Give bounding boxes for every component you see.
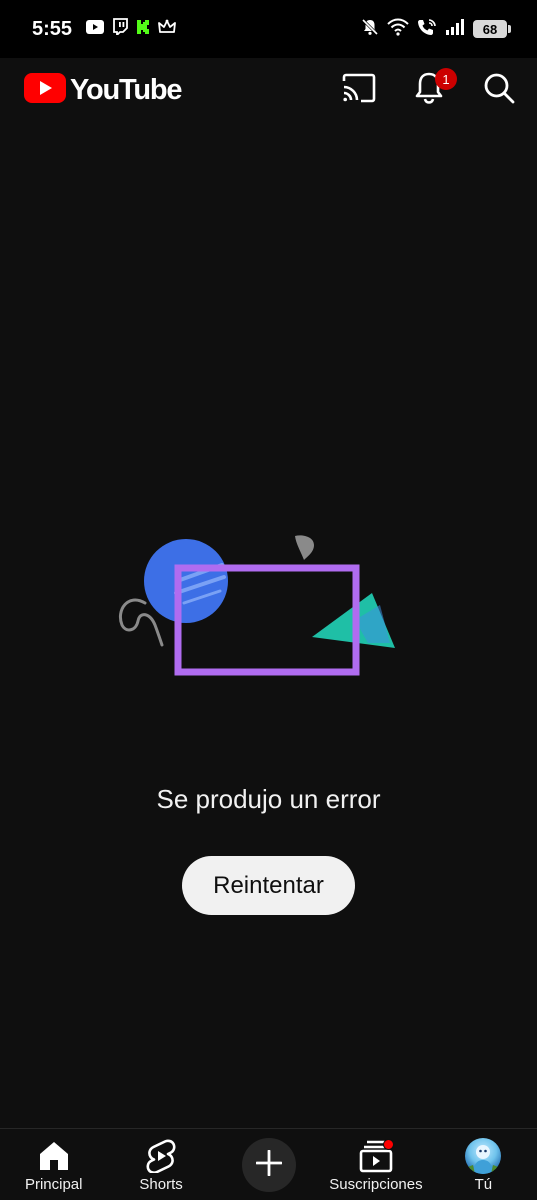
notifications-button[interactable]: 1: [411, 68, 457, 108]
header-actions: 1: [341, 68, 517, 108]
youtube-logo-text: YouTube: [70, 73, 183, 106]
bottom-navigation: Principal Shorts Suscripciones Tú: [0, 1128, 537, 1200]
status-system-icons: 68: [361, 18, 511, 41]
error-illustration: [110, 525, 410, 690]
nav-item-create[interactable]: [215, 1129, 322, 1192]
kick-icon: [136, 19, 150, 40]
search-button[interactable]: [481, 72, 517, 108]
search-icon: [483, 72, 515, 109]
signal-icon: [445, 18, 465, 41]
nav-label-shorts: Shorts: [139, 1176, 183, 1193]
youtube-logo[interactable]: YouTube: [24, 72, 183, 108]
battery-icon: 68: [473, 20, 511, 38]
notification-badge: 1: [435, 68, 457, 90]
shorts-icon: [143, 1139, 179, 1173]
youtube-icon: [86, 19, 105, 39]
crown-icon: [158, 19, 176, 39]
retry-button[interactable]: Reintentar: [182, 856, 355, 915]
twitch-icon: [112, 18, 128, 40]
create-button[interactable]: [241, 1138, 296, 1192]
nav-label-subscriptions: Suscripciones: [329, 1176, 423, 1193]
nav-item-home[interactable]: Principal: [0, 1129, 107, 1193]
app-header: YouTube 1: [0, 58, 537, 122]
nav-item-subscriptions[interactable]: Suscripciones: [322, 1129, 429, 1193]
new-content-dot: [382, 1139, 394, 1150]
nav-item-shorts[interactable]: Shorts: [107, 1129, 214, 1193]
status-bar: 5:55 68: [0, 0, 537, 58]
wifi-icon: [387, 18, 409, 41]
nav-label-you: Tú: [474, 1176, 493, 1193]
subscriptions-icon: [358, 1139, 394, 1173]
nav-label-home: Principal: [24, 1176, 83, 1193]
avatar: [465, 1138, 502, 1174]
nav-item-you[interactable]: Tú: [430, 1129, 537, 1193]
cast-button[interactable]: [341, 72, 377, 108]
create-icon: [255, 1149, 282, 1181]
cast-icon: [341, 73, 377, 108]
status-time: 5:55: [32, 17, 73, 40]
status-notification-icons: [86, 18, 176, 40]
home-icon: [36, 1139, 72, 1173]
wifi-calling-icon: [417, 18, 437, 41]
mute-icon: [361, 18, 379, 41]
error-message: Se produjo un error: [156, 784, 381, 814]
profile-avatar: [465, 1138, 502, 1174]
youtube-logo-icon: [24, 72, 66, 108]
